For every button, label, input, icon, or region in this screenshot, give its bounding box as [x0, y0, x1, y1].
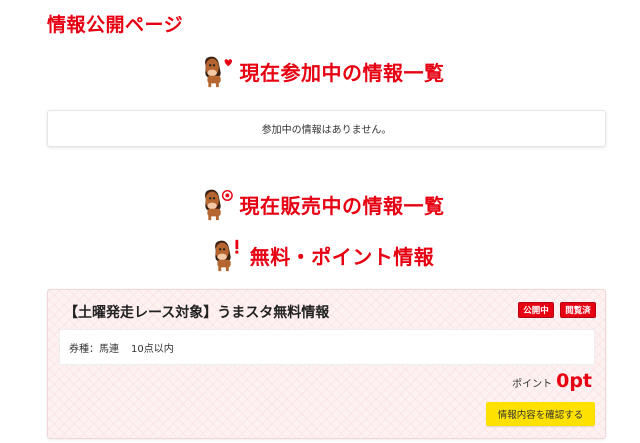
empty-message: 参加中の情報はありません。: [261, 125, 392, 136]
horse-heart-icon: [204, 56, 232, 88]
participating-heading-label: 現在参加中の情報一覧: [239, 60, 445, 85]
points-value: 0pt: [556, 370, 592, 392]
on-sale-heading: 現在販売中の情報一覧: [0, 185, 640, 223]
on-sale-heading-label: 現在販売中の情報一覧: [239, 193, 445, 218]
participating-empty-box: 参加中の情報はありません。: [47, 110, 606, 147]
ticket-detail-value: 10点以内: [131, 343, 174, 355]
card-title: 【土曜発走レース対象】うまスタ無料情報: [64, 305, 330, 321]
page-title: 情報公開ページ: [47, 14, 184, 36]
free-point-heading: 無料・ポイント情報: [0, 236, 640, 274]
status-badge-viewed: 閲覧済: [560, 302, 596, 318]
participating-heading: 現在参加中の情報一覧: [0, 52, 640, 90]
ticket-detail-box: 券種：馬連 10点以内: [59, 329, 595, 365]
free-info-card: 【土曜発走レース対象】うまスタ無料情報 公開中 閲覧済 券種：馬連 10点以内 …: [47, 289, 606, 439]
horse-exclamation-icon: [214, 239, 239, 272]
free-point-heading-label: 無料・ポイント情報: [249, 244, 435, 269]
points-label: ポイント: [512, 379, 553, 390]
horse-target-icon: [204, 189, 233, 221]
status-badge-public: 公開中: [518, 302, 554, 318]
ticket-type-label: 券種：馬連: [69, 343, 119, 355]
points-display: ポイント 0pt: [512, 370, 592, 392]
confirm-info-button[interactable]: 情報内容を確認する: [486, 402, 595, 426]
